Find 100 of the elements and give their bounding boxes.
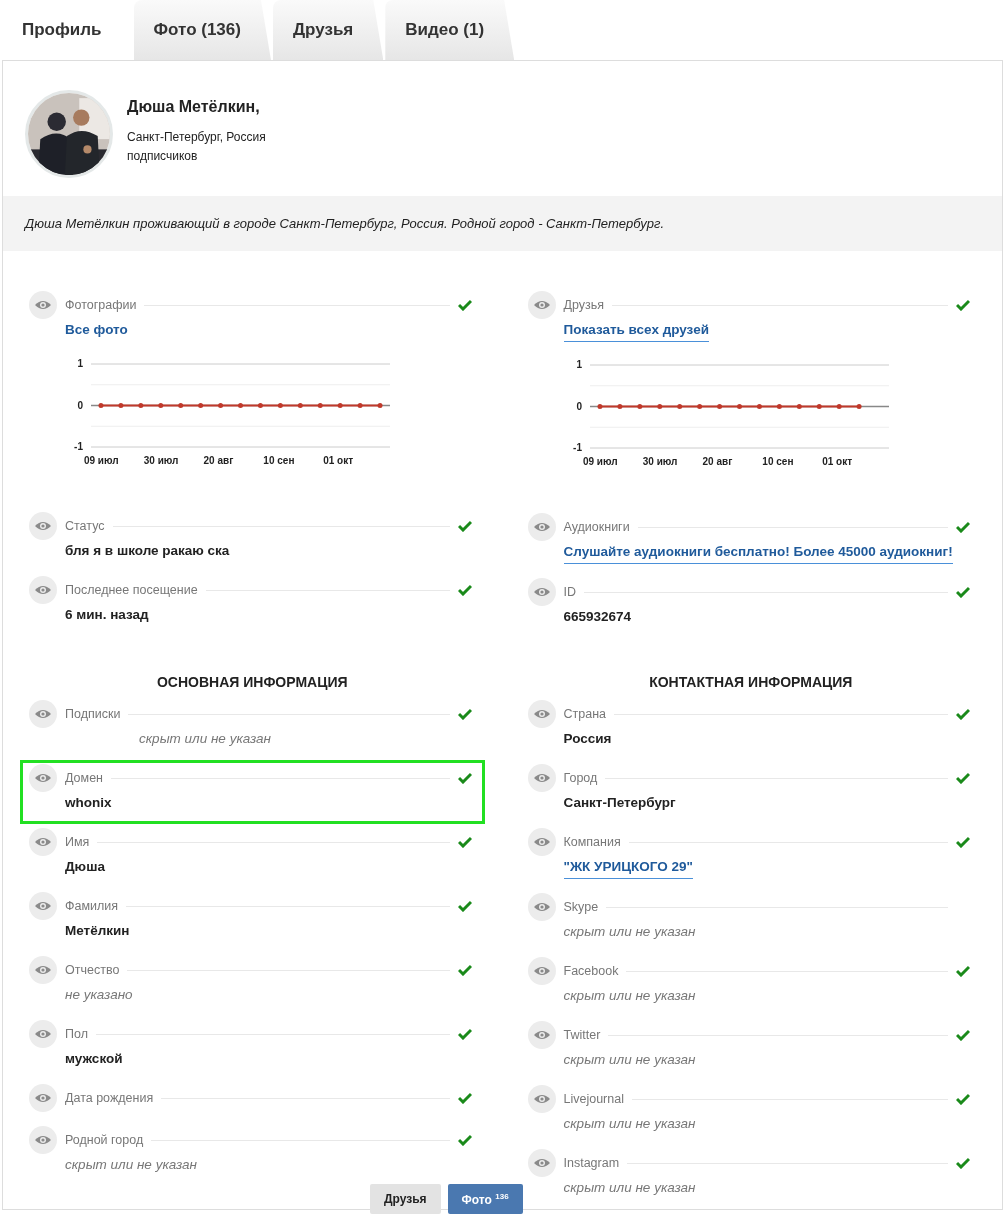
- eye-icon[interactable]: [29, 892, 57, 920]
- data-point: [158, 403, 164, 408]
- data-point: [238, 403, 243, 408]
- axis-tick-label: 10 сен: [263, 455, 295, 466]
- data-point: [357, 403, 363, 408]
- field-label: Статус: [65, 519, 105, 533]
- data-point: [98, 403, 104, 408]
- data-point: [198, 403, 204, 408]
- field-value: скрыт или не указан: [65, 1157, 198, 1172]
- data-point: [756, 404, 762, 409]
- axis-tick-label: 0: [575, 400, 582, 412]
- field-value: скрыт или не указан: [563, 924, 696, 939]
- data-point: [736, 404, 742, 409]
- axis-tick-label: 0: [77, 399, 83, 411]
- field-label: Друзья: [563, 298, 605, 312]
- section-heading: ОСНОВНАЯ ИНФОРМАЦИЯ: [155, 674, 349, 690]
- data-point: [776, 404, 782, 409]
- field-label: Компания: [563, 835, 621, 849]
- field-value: Санкт-Петербург: [563, 795, 676, 810]
- field-label: Имя: [65, 835, 90, 849]
- data-point: [337, 403, 343, 408]
- axis-tick-label: 09 июл: [83, 455, 119, 466]
- field-label: Последнее посещение: [65, 583, 198, 597]
- eye-icon[interactable]: [527, 764, 556, 792]
- field-value: whonix: [65, 795, 112, 810]
- eye-icon[interactable]: [527, 1021, 556, 1049]
- eye-icon[interactable]: [29, 956, 57, 984]
- axis-tick-label: 30 июл: [143, 455, 179, 466]
- eye-icon[interactable]: [29, 1126, 57, 1154]
- eye-icon[interactable]: [527, 578, 556, 606]
- eye-icon[interactable]: [527, 1085, 556, 1113]
- data-point: [696, 404, 702, 409]
- field-value: Дюша: [65, 859, 105, 874]
- value-link[interactable]: "ЖК УРИЦКОГО 29": [563, 857, 693, 879]
- field-label: Skype: [563, 900, 599, 914]
- tab[interactable]: Фото (136): [133, 0, 271, 60]
- data-point: [218, 403, 224, 408]
- axis-tick-label: 01 окт: [323, 455, 354, 466]
- eye-icon[interactable]: [527, 1149, 556, 1177]
- field-value: Россия: [563, 731, 612, 746]
- field-label: Instagram: [563, 1156, 620, 1170]
- data-point: [816, 404, 822, 409]
- eye-icon[interactable]: [527, 828, 556, 856]
- axis-tick-label: 20 авг: [203, 455, 234, 466]
- friends-button[interactable]: Друзья: [370, 1184, 441, 1214]
- field-value: Метёлкин: [65, 923, 130, 938]
- data-point: [716, 404, 722, 409]
- data-point: [257, 403, 263, 408]
- section-heading: КОНТАКТНАЯ ИНФОРМАЦИЯ: [648, 674, 854, 690]
- tab[interactable]: Видео (1): [385, 0, 515, 60]
- field-label: Отчество: [65, 963, 120, 977]
- field-label: Домен: [65, 771, 103, 785]
- data-point: [676, 404, 682, 409]
- data-point: [277, 403, 283, 408]
- field-label: Родной город: [65, 1133, 144, 1147]
- axis-tick-label: 1: [77, 358, 83, 369]
- field-value: бля я в школе ракаю ска: [65, 543, 230, 558]
- eye-icon[interactable]: [29, 700, 57, 728]
- value-link[interactable]: Все фото: [65, 322, 128, 337]
- eye-icon[interactable]: [29, 1084, 57, 1112]
- axis-tick-label: -1: [74, 441, 83, 452]
- axis-tick-label: 09 июл: [582, 456, 618, 467]
- eye-icon[interactable]: [527, 513, 556, 541]
- eye-icon[interactable]: [29, 828, 57, 856]
- profile-description: Дюша Метёлкин проживающий в городе Санкт-Петербург, Россия. Родной город - Санкт-Петербург.: [3, 196, 1002, 251]
- field-value: скрыт или не указан: [563, 988, 696, 1003]
- field-label: Facebook: [563, 964, 619, 978]
- eye-icon[interactable]: [29, 512, 57, 540]
- eye-icon[interactable]: [29, 764, 57, 792]
- eye-icon[interactable]: [527, 700, 556, 728]
- eye-icon[interactable]: [527, 957, 556, 985]
- field-label: Twitter: [563, 1028, 601, 1042]
- eye-icon[interactable]: [29, 291, 57, 319]
- eye-icon[interactable]: [29, 1020, 57, 1048]
- data-point: [118, 403, 124, 408]
- axis-tick-label: 01 окт: [821, 456, 852, 467]
- field-value: не указано: [65, 987, 133, 1002]
- field-label: Дата рождения: [65, 1091, 154, 1105]
- value-link[interactable]: Показать всех друзей: [563, 320, 709, 342]
- field-label: Фамилия: [65, 899, 119, 913]
- field-label: Город: [563, 771, 598, 785]
- axis-tick-label: 20 авг: [702, 456, 732, 467]
- data-point: [656, 404, 662, 409]
- photos-button[interactable]: Фото $^{136}$: [447, 1184, 523, 1214]
- eye-icon[interactable]: [29, 576, 57, 604]
- profile-location: Санкт-Петербург, Россия: [127, 129, 266, 146]
- tab[interactable]: Друзья: [272, 0, 384, 60]
- data-point: [636, 404, 642, 409]
- data-point: [377, 403, 383, 408]
- data-point: [297, 403, 303, 408]
- eye-icon[interactable]: [527, 893, 556, 921]
- axis-tick-label: -1: [572, 442, 582, 453]
- axis-tick-label: 1: [575, 359, 582, 370]
- field-label: Страна: [563, 707, 606, 721]
- field-value: 665932674: [563, 609, 632, 624]
- axis-tick-label: 30 июл: [642, 456, 677, 467]
- data-point: [616, 404, 622, 409]
- value-link[interactable]: Слушайте аудиокниги бесплатно! Более 45000 аудиокниг!: [563, 542, 953, 564]
- eye-icon[interactable]: [527, 291, 556, 319]
- field-label: Аудиокниги: [563, 520, 630, 534]
